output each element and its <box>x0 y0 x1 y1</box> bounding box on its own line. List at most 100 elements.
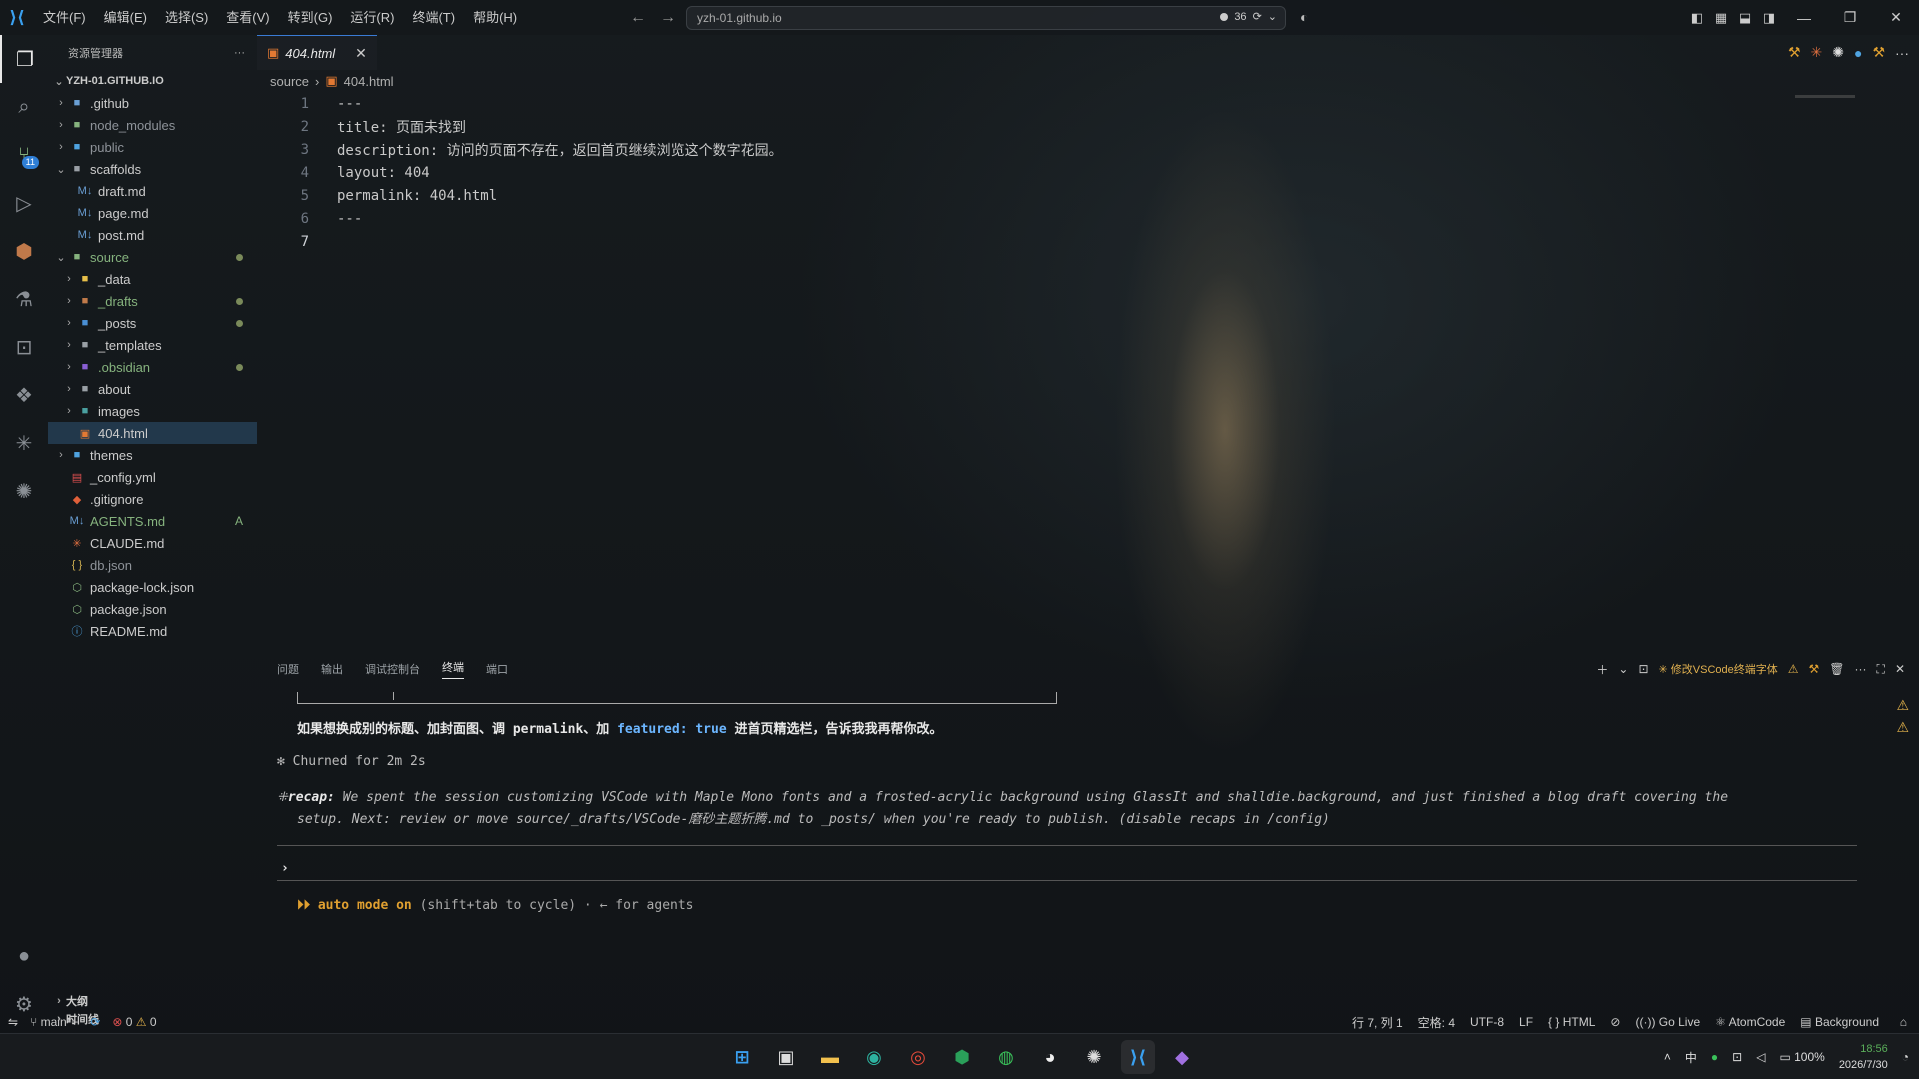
toggle-panel-icon[interactable]: ⬓ <box>1733 0 1757 35</box>
tree-item[interactable]: ◆ .gitignore <box>48 488 257 510</box>
menu-selection[interactable]: 选择(S) <box>156 0 217 35</box>
tree-item[interactable]: › ■ _drafts <box>48 290 257 312</box>
menu-terminal[interactable]: 终端(T) <box>403 0 464 35</box>
claude-icon[interactable]: ✳ <box>1811 44 1823 61</box>
new-terminal-icon[interactable]: ＋ <box>1596 661 1608 678</box>
tree-item[interactable]: › ■ themes <box>48 444 257 466</box>
cursor-position[interactable]: 行 7, 列 1 <box>1352 1014 1403 1031</box>
breadcrumb-folder[interactable]: source <box>270 74 309 89</box>
tree-item[interactable]: { } db.json <box>48 554 257 576</box>
more-actions-icon[interactable]: ··· <box>1895 45 1909 61</box>
close-window-icon[interactable]: ✕ <box>1873 0 1919 35</box>
breadcrumb-file[interactable]: 404.html <box>344 74 394 89</box>
run-agent-icon[interactable]: ⚒ <box>1872 44 1885 61</box>
sync-status-icon[interactable]: ⟳ <box>90 1015 100 1029</box>
agent-icon[interactable]: ⚒ <box>1788 44 1801 61</box>
close-tab-icon[interactable]: ✕ <box>355 45 367 62</box>
battery-status[interactable]: ▭ 100% <box>1779 1050 1824 1064</box>
python-icon[interactable]: ❖ <box>0 371 48 419</box>
file-explorer-icon[interactable]: ▬ <box>813 1040 847 1074</box>
search-icon[interactable]: ⌕ <box>0 83 48 131</box>
tab-404-html[interactable]: ▣ 404.html ✕ <box>257 35 377 70</box>
globe-icon[interactable]: ● <box>1854 45 1862 61</box>
tree-item[interactable]: ⬡ package-lock.json <box>48 576 257 598</box>
app-icon[interactable]: ◆ <box>1165 1040 1199 1074</box>
chrome-browser-icon[interactable]: ◎ <box>901 1040 935 1074</box>
background-button[interactable]: ▤ Background <box>1800 1015 1879 1029</box>
language-mode[interactable]: { } HTML <box>1548 1015 1595 1029</box>
claude-icon[interactable]: ✳ <box>0 419 48 467</box>
ime-indicator[interactable]: 中 <box>1685 1049 1697 1066</box>
tree-item[interactable]: › ■ _posts <box>48 312 257 334</box>
tree-item[interactable]: › ■ images <box>48 400 257 422</box>
volume-icon[interactable]: ◁ <box>1756 1050 1765 1064</box>
explorer-icon[interactable]: ❐ <box>0 35 48 83</box>
remote-icon[interactable]: ⇋ <box>8 1015 18 1029</box>
menu-file[interactable]: 文件(F) <box>34 0 95 35</box>
tree-item[interactable]: › ■ node_modules <box>48 114 257 136</box>
tree-item[interactable]: ⌄ ■ scaffolds <box>48 158 257 180</box>
warning-icon[interactable]: ⚠ <box>1896 697 1909 714</box>
store-icon[interactable]: ▣ <box>769 1040 803 1074</box>
tree-item[interactable]: › ■ public <box>48 136 257 158</box>
chevron-down-icon[interactable]: ⌄ <box>1268 10 1277 23</box>
tree-item[interactable]: › ■ .github <box>48 92 257 114</box>
agent-icon[interactable]: ⚒ <box>1809 662 1820 676</box>
close-panel-icon[interactable]: ✕ <box>1895 662 1905 676</box>
terminal-output[interactable]: 如果想换成别的标题、加封面图、调 permalink、加 featured: t… <box>257 688 1877 1028</box>
notifications-icon[interactable]: ⌂ <box>1900 1015 1907 1029</box>
layout-icon[interactable]: ▦ <box>1709 0 1733 35</box>
code-editor[interactable]: 1 --- 2 title: 页面未找到 3 description: 访问的页面不存… <box>257 92 1807 253</box>
notification-bell-icon[interactable]: ◔ <box>1902 1050 1909 1064</box>
network-icon[interactable]: ⊡ <box>1732 1050 1742 1064</box>
prompt-caret[interactable]: › <box>281 861 289 876</box>
vscode-taskbar-icon[interactable]: ⟩⟨ <box>1121 1040 1155 1074</box>
command-center[interactable]: yzh-01.github.io 36 ⟳ ⌄ <box>686 6 1286 30</box>
clock[interactable]: 18:56 2026/7/30 <box>1839 1041 1888 1073</box>
menu-run[interactable]: 运行(R) <box>341 0 403 35</box>
tree-item[interactable]: M↓ post.md <box>48 224 257 246</box>
warning-icon[interactable]: ⚠ <box>1896 719 1909 736</box>
copilot-icon[interactable]: ◐ <box>1300 9 1308 25</box>
maximize-panel-icon[interactable]: ⛶ <box>1877 662 1885 677</box>
tree-item[interactable]: › ■ .obsidian <box>48 356 257 378</box>
openai-icon[interactable]: ✺ <box>1832 44 1844 61</box>
tree-item[interactable]: M↓ page.md <box>48 202 257 224</box>
tree-item[interactable]: ⌄ ■ source <box>48 246 257 268</box>
xbox-icon[interactable]: ⬢ <box>945 1040 979 1074</box>
minimap[interactable] <box>1795 95 1855 98</box>
chatgpt-icon[interactable]: ✺ <box>1077 1040 1111 1074</box>
encoding[interactable]: UTF-8 <box>1470 1015 1504 1029</box>
back-arrow-icon[interactable]: ← <box>630 9 646 27</box>
remote-explorer-icon[interactable]: ⊡ <box>0 323 48 371</box>
qq-icon[interactable]: ◕ <box>1033 1040 1067 1074</box>
run-debug-icon[interactable]: ▷ <box>0 179 48 227</box>
tree-item[interactable]: ▤ _config.yml <box>48 466 257 488</box>
more-actions-icon[interactable]: ··· <box>234 47 245 59</box>
tab-output[interactable]: 输出 <box>321 661 343 677</box>
tree-item[interactable]: › ■ _templates <box>48 334 257 356</box>
tree-item[interactable]: ⓘ README.md <box>48 620 257 642</box>
tree-item[interactable]: › ■ _data <box>48 268 257 290</box>
toggle-sidebar-icon[interactable]: ◧ <box>1685 0 1709 35</box>
extensions-icon[interactable]: ⬢ <box>0 227 48 275</box>
account-icon[interactable]: ● <box>0 932 48 980</box>
workspace-root[interactable]: ⌄ YZH-01.GITHUB.IO <box>48 70 257 92</box>
sync-icon[interactable]: ⟳ <box>1253 10 1262 23</box>
openai-icon[interactable]: ✺ <box>0 467 48 515</box>
menu-edit[interactable]: 编辑(E) <box>95 0 156 35</box>
indentation[interactable]: 空格: 4 <box>1418 1014 1455 1031</box>
tab-ports[interactable]: 端口 <box>486 661 508 677</box>
menu-go[interactable]: 转到(G) <box>279 0 342 35</box>
testing-icon[interactable]: ⚗ <box>0 275 48 323</box>
tree-item[interactable]: ✳ CLAUDE.md <box>48 532 257 554</box>
wechat-icon[interactable]: ◍ <box>989 1040 1023 1074</box>
chevron-down-icon[interactable]: ⌄ <box>1618 662 1628 676</box>
tray-chevron-up-icon[interactable]: ˄ <box>1664 1050 1671 1064</box>
windows-start-icon[interactable]: ⊞ <box>725 1040 759 1074</box>
restore-icon[interactable]: ❐ <box>1827 0 1873 35</box>
tab-debug-console[interactable]: 调试控制台 <box>365 661 420 677</box>
copilot-status-icon[interactable]: ⊘ <box>1610 1015 1620 1029</box>
toggle-secondary-sidebar-icon[interactable]: ◨ <box>1757 0 1781 35</box>
menu-view[interactable]: 查看(V) <box>217 0 278 35</box>
